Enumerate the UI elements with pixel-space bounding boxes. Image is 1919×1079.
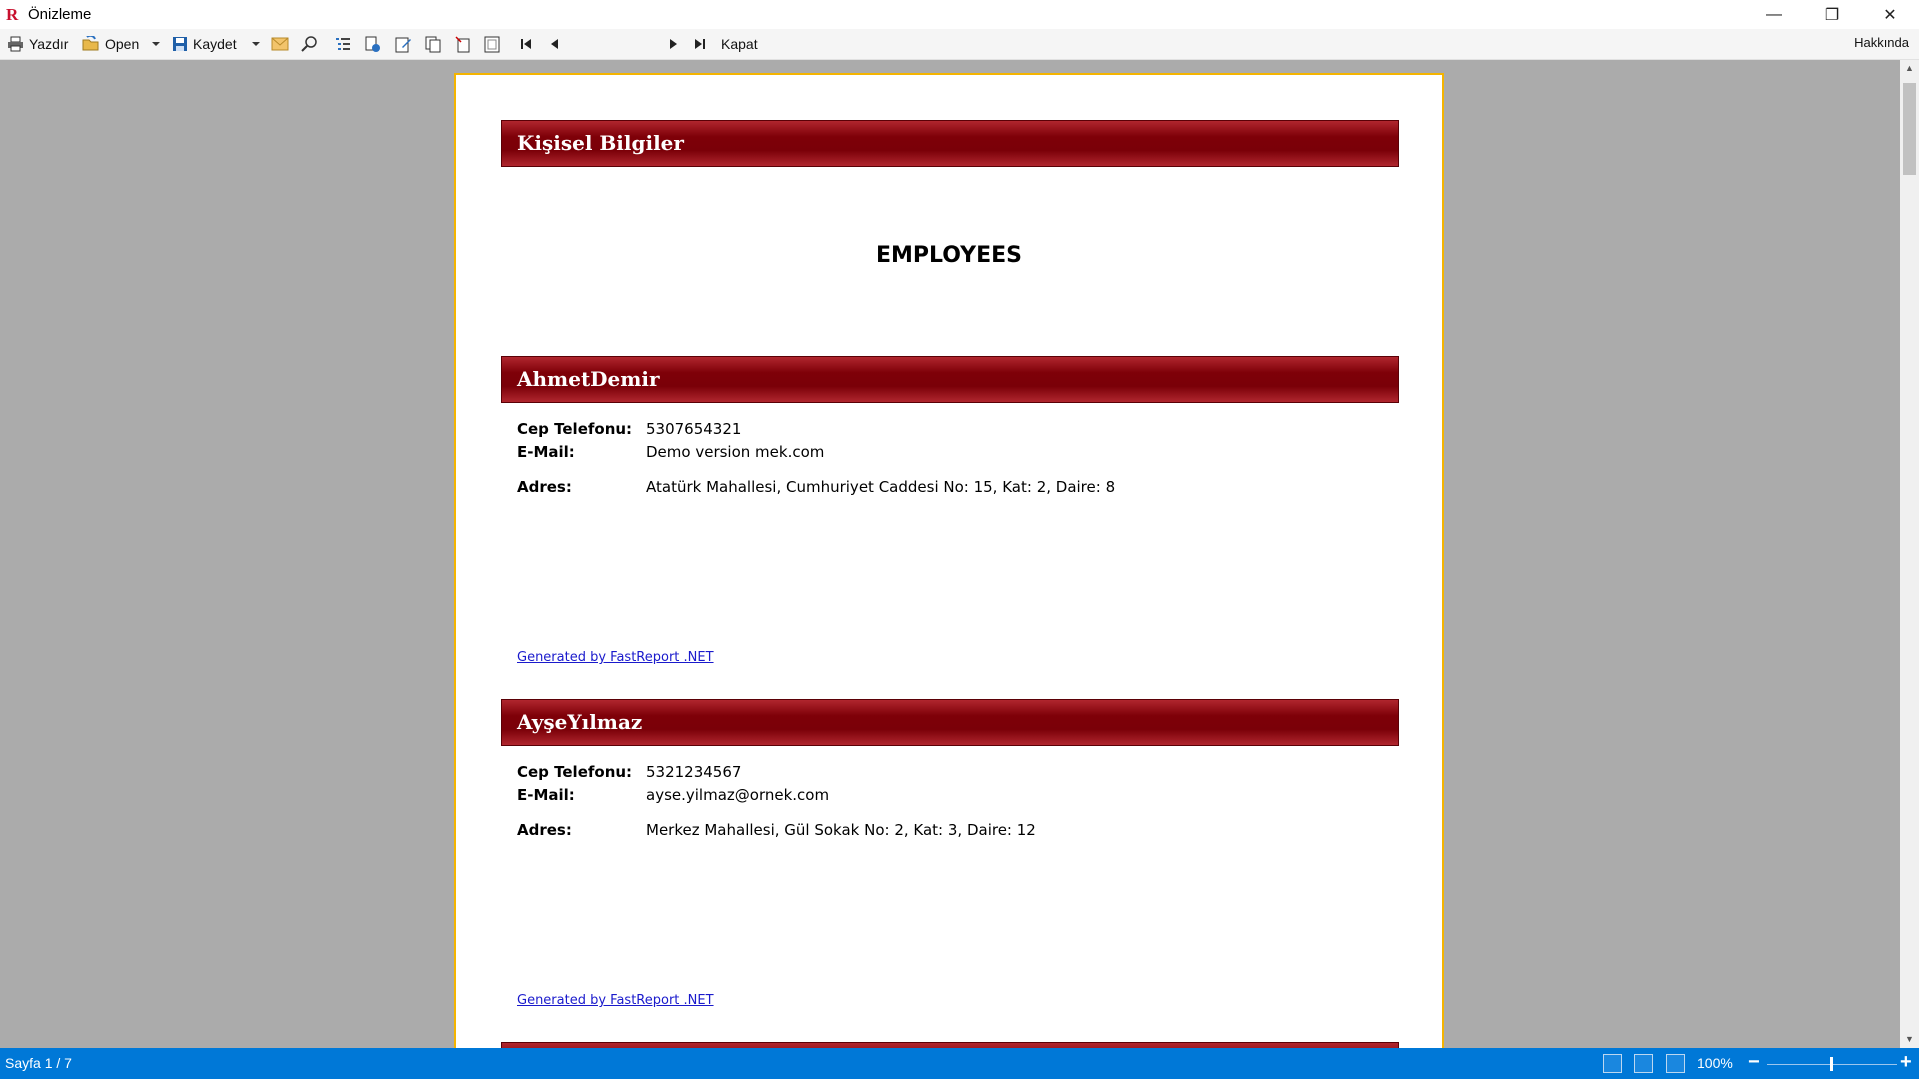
phone-value: 5321234567 xyxy=(646,763,742,781)
open-dropdown-button[interactable] xyxy=(152,33,160,55)
address-value: Merkez Mahallesi, Gül Sokak No: 2, Kat: … xyxy=(646,821,1036,839)
scrollbar-thumb[interactable] xyxy=(1903,83,1916,175)
zoom-in-button[interactable]: + xyxy=(1900,1051,1912,1074)
zoom-whole-page-button[interactable] xyxy=(1634,1054,1653,1073)
email-value: Demo version mek.com xyxy=(646,443,825,461)
outline-list-icon xyxy=(336,38,350,50)
watermark-button[interactable] xyxy=(484,33,501,55)
previous-page-button[interactable] xyxy=(550,33,560,55)
window-title: Önizleme xyxy=(28,6,92,23)
generated-by-link[interactable]: Generated by FastReport .NET xyxy=(517,650,714,665)
employee-name-band: AhmetDemir xyxy=(501,356,1399,403)
first-page-icon xyxy=(521,39,531,49)
status-bar: Sayfa 1 / 7 100% − + xyxy=(0,1048,1919,1079)
last-page-icon xyxy=(695,39,705,49)
report-page: Kişisel Bilgiler EMPLOYEES AhmetDemir Ce… xyxy=(454,73,1444,1048)
printer-icon xyxy=(8,36,23,52)
address-label: Adres: xyxy=(517,821,572,839)
open-button[interactable]: Open xyxy=(82,33,139,55)
print-label: Yazdır xyxy=(29,36,69,52)
about-button[interactable]: Hakkında xyxy=(1854,35,1909,50)
phone-label: Cep Telefonu: xyxy=(517,420,633,438)
address-value: Atatürk Mahallesi, Cumhuriyet Caddesi No… xyxy=(646,478,1116,496)
section-header-band: Kişisel Bilgiler xyxy=(501,120,1399,167)
phone-label: Cep Telefonu: xyxy=(517,763,633,781)
address-label: Adres: xyxy=(517,478,572,496)
employee-name: AhmetDemir xyxy=(517,367,660,391)
outline-button[interactable] xyxy=(335,33,351,55)
scroll-up-icon[interactable]: ▲ xyxy=(1900,60,1919,77)
toolbar: Yazdır Open Kaydet 1 / 7 xyxy=(0,29,1919,83)
report-title: EMPLOYEES xyxy=(875,243,1023,268)
email-label: E-Mail: xyxy=(517,786,575,804)
edit-page-icon xyxy=(395,37,411,52)
next-page-button[interactable] xyxy=(668,33,678,55)
save-dropdown-button[interactable] xyxy=(252,33,260,55)
zoom-slider-thumb[interactable] xyxy=(1830,1057,1833,1071)
close-window-button[interactable]: ✕ xyxy=(1861,0,1919,29)
delete-page-button[interactable] xyxy=(455,33,472,55)
employee-name: AyşeYılmaz xyxy=(517,710,643,734)
next-page-icon xyxy=(670,39,677,49)
search-icon xyxy=(301,35,317,52)
phone-value: 5307654321 xyxy=(646,420,742,438)
email-button[interactable] xyxy=(271,33,289,55)
zoom-level: 100% xyxy=(1697,1055,1733,1071)
chevron-down-icon xyxy=(152,42,160,46)
previous-page-icon xyxy=(551,39,558,49)
page-setup-button[interactable] xyxy=(364,33,381,55)
app-logo-icon: R xyxy=(6,5,19,24)
first-page-button[interactable] xyxy=(520,33,532,55)
copy-page-icon xyxy=(425,36,441,52)
page-frame-icon xyxy=(484,36,500,52)
page-settings-icon xyxy=(365,36,380,52)
employee-name-band: AyşeYılmaz xyxy=(501,699,1399,746)
section-header-title: Kişisel Bilgiler xyxy=(517,131,684,155)
save-label: Kaydet xyxy=(193,36,237,52)
last-page-button[interactable] xyxy=(694,33,706,55)
email-value: ayse.yilmaz@ornek.com xyxy=(646,786,830,804)
vertical-scrollbar[interactable]: ▲ ▼ xyxy=(1900,60,1919,1048)
edit-button[interactable] xyxy=(395,33,412,55)
restore-button[interactable]: ❐ xyxy=(1803,0,1861,29)
close-preview-button[interactable]: Kapat xyxy=(721,33,758,55)
page-status: Sayfa 1 / 7 xyxy=(5,1055,72,1071)
zoom-100-button[interactable] xyxy=(1666,1054,1685,1073)
chevron-down-icon xyxy=(252,42,260,46)
floppy-disk-icon xyxy=(173,37,187,51)
title-bar: R Önizleme — ❐ ✕ xyxy=(0,0,1919,29)
preview-area[interactable]: Kişisel Bilgiler EMPLOYEES AhmetDemir Ce… xyxy=(0,60,1900,1048)
email-label: E-Mail: xyxy=(517,443,575,461)
zoom-page-width-button[interactable] xyxy=(1603,1054,1622,1073)
zoom-out-button[interactable]: − xyxy=(1748,1051,1760,1074)
find-button[interactable] xyxy=(301,33,318,55)
envelope-icon xyxy=(271,37,289,51)
copy-page-button[interactable] xyxy=(425,33,442,55)
minimize-button[interactable]: — xyxy=(1745,0,1803,29)
print-button[interactable]: Yazdır xyxy=(7,33,68,55)
delete-page-icon xyxy=(455,35,470,52)
folder-open-icon xyxy=(82,36,99,51)
open-label: Open xyxy=(105,36,140,52)
generated-by-link[interactable]: Generated by FastReport .NET xyxy=(517,993,714,1008)
save-button[interactable]: Kaydet xyxy=(172,33,237,55)
scroll-down-icon[interactable]: ▼ xyxy=(1900,1031,1919,1048)
